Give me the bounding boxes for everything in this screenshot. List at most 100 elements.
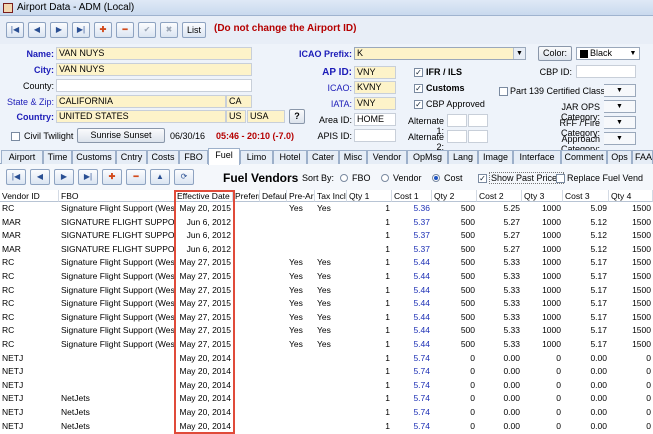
table-row[interactable]: RC Signature Flight Support (West) May 20,… bbox=[0, 203, 653, 214]
icao-field[interactable]: KVNY bbox=[354, 81, 396, 94]
table-row[interactable]: NETJ May 20, 2014 1 5.74 0 0.00 0 0.00 0 bbox=[0, 366, 653, 377]
alternate-2-field[interactable] bbox=[447, 130, 467, 143]
name-field[interactable]: VAN NUYS bbox=[56, 47, 252, 60]
cancel-record-button[interactable]: ✖ bbox=[160, 22, 178, 38]
show-past-prices-checkbox[interactable]: ✓ bbox=[478, 174, 487, 183]
alternate-1-field[interactable] bbox=[447, 114, 467, 127]
tab-fbo[interactable]: FBO bbox=[179, 150, 208, 164]
table-row[interactable]: RC Signature Flight Support (West) May 27,… bbox=[0, 339, 653, 350]
table-row[interactable]: NETJ NetJets May 20, 2014 1 5.74 0 0.00 0 0.00 0 bbox=[0, 393, 653, 404]
tab-misc[interactable]: Misc bbox=[339, 150, 367, 164]
jar-ops-dropdown[interactable]: ▼ bbox=[604, 100, 636, 113]
column-header-qty-3[interactable]: Qty 3 bbox=[522, 190, 563, 202]
column-header-cost-3[interactable]: Cost 3 bbox=[563, 190, 609, 202]
sort-fbo-radio[interactable] bbox=[340, 174, 348, 182]
column-header-tax-incl[interactable]: Tax Incl bbox=[315, 190, 347, 202]
fuel-first-button[interactable]: |◀ bbox=[6, 169, 26, 185]
icao-prefix-dropdown[interactable]: K ▼ bbox=[354, 47, 526, 60]
cbp-id-field[interactable] bbox=[576, 65, 636, 78]
column-header-vendor-id[interactable]: Vendor ID bbox=[0, 190, 59, 202]
state-field[interactable]: CALIFORNIA bbox=[56, 95, 226, 108]
country-field[interactable]: UNITED STATES bbox=[56, 110, 226, 123]
table-row[interactable]: MAR SIGNATURE FLIGHT SUPPORT Jun 6, 2012 1 5… bbox=[0, 217, 653, 228]
tab-costs[interactable]: Costs bbox=[147, 150, 179, 164]
replace-fuel-vend-checkbox[interactable] bbox=[556, 174, 565, 183]
tab-cntry[interactable]: Cntry bbox=[116, 150, 147, 164]
column-header-pre-arr[interactable]: Pre-Arr bbox=[287, 190, 315, 202]
sunrise-sunset-button[interactable]: Sunrise Sunset bbox=[77, 128, 165, 143]
city-field[interactable]: VAN NUYS bbox=[56, 63, 252, 76]
tab-image[interactable]: Image bbox=[478, 150, 513, 164]
alternate-2-extra-field[interactable] bbox=[468, 130, 488, 143]
tab-time[interactable]: Time bbox=[43, 150, 72, 164]
column-header-fbo[interactable]: FBO bbox=[59, 190, 175, 202]
ap-id-field[interactable]: VNY bbox=[354, 66, 396, 79]
refresh-icon[interactable]: ⟳ bbox=[174, 169, 194, 185]
color-button[interactable]: Color: bbox=[538, 46, 572, 61]
table-row[interactable]: RC Signature Flight Support (West) May 27,… bbox=[0, 271, 653, 282]
fuel-add-button[interactable]: ✚ bbox=[102, 169, 122, 185]
table-row[interactable]: RC Signature Flight Support (West) May 27,… bbox=[0, 312, 653, 323]
tab-comment[interactable]: Comment bbox=[561, 150, 607, 164]
save-record-button[interactable]: ✔ bbox=[138, 22, 156, 38]
tab-fuel[interactable]: Fuel bbox=[208, 148, 240, 165]
table-row[interactable]: RC Signature Flight Support (West) May 27,… bbox=[0, 257, 653, 268]
county-field[interactable] bbox=[56, 79, 252, 92]
iata-field[interactable]: VNY bbox=[354, 97, 396, 110]
fuel-delete-button[interactable]: ━ bbox=[126, 169, 146, 185]
tab-vendor[interactable]: Vendor bbox=[367, 150, 407, 164]
area-id-field[interactable]: HOME bbox=[354, 113, 396, 126]
tab-ops[interactable]: Ops bbox=[607, 150, 632, 164]
color-dropdown[interactable]: Black ▼ bbox=[576, 47, 640, 60]
table-row[interactable]: RC Signature Flight Support (West) May 27,… bbox=[0, 285, 653, 296]
last-record-button[interactable]: ▶| bbox=[72, 22, 90, 38]
column-header-cost-1[interactable]: Cost 1 bbox=[392, 190, 432, 202]
table-row[interactable]: NETJ May 20, 2014 1 5.74 0 0.00 0 0.00 0 bbox=[0, 380, 653, 391]
fuel-last-button[interactable]: ▶| bbox=[78, 169, 98, 185]
list-button[interactable]: List bbox=[182, 22, 206, 38]
fuel-next-button[interactable]: ▶ bbox=[54, 169, 74, 185]
alternate-1-extra-field[interactable] bbox=[468, 114, 488, 127]
first-record-button[interactable]: |◀ bbox=[6, 22, 24, 38]
prev-record-button[interactable]: ◀ bbox=[28, 22, 46, 38]
tab-lang[interactable]: Lang bbox=[448, 150, 478, 164]
sort-cost-radio[interactable] bbox=[432, 174, 440, 182]
table-row[interactable]: RC Signature Flight Support (West) May 27,… bbox=[0, 325, 653, 336]
state-code-field[interactable]: CA bbox=[226, 95, 252, 108]
table-row[interactable]: NETJ NetJets May 20, 2014 1 5.74 0 0.00 0 0.00 0 bbox=[0, 421, 653, 432]
tab-interface[interactable]: Interface bbox=[513, 150, 561, 164]
column-header-default[interactable]: Default bbox=[260, 190, 287, 202]
column-header-qty-2[interactable]: Qty 2 bbox=[432, 190, 477, 202]
table-row[interactable]: RC Signature Flight Support (West) May 27,… bbox=[0, 298, 653, 309]
country-code-field[interactable]: US bbox=[226, 110, 246, 123]
tab-limo[interactable]: Limo bbox=[240, 150, 273, 164]
column-header-cost-2[interactable]: Cost 2 bbox=[477, 190, 522, 202]
table-row[interactable]: NETJ May 20, 2014 1 5.74 0 0.00 0 0.00 0 bbox=[0, 353, 653, 364]
table-row[interactable]: MAR SIGNATURE FLIGHT SUPPORT Jun 6, 2012 1 5… bbox=[0, 244, 653, 255]
delete-record-button[interactable]: ━ bbox=[116, 22, 134, 38]
fuel-up-button[interactable]: ▲ bbox=[150, 169, 170, 185]
apis-id-field[interactable] bbox=[354, 129, 396, 142]
add-record-button[interactable]: ✚ bbox=[94, 22, 112, 38]
fuel-prev-button[interactable]: ◀ bbox=[30, 169, 50, 185]
civil-twilight-checkbox[interactable] bbox=[11, 132, 20, 141]
tab-customs[interactable]: Customs bbox=[72, 150, 116, 164]
tab-cater[interactable]: Cater bbox=[307, 150, 339, 164]
ifr-ils-checkbox[interactable]: ✓ bbox=[414, 68, 423, 77]
next-record-button[interactable]: ▶ bbox=[50, 22, 68, 38]
customs-checkbox[interactable]: ✓ bbox=[414, 84, 423, 93]
table-row[interactable]: NETJ NetJets May 20, 2014 1 5.74 0 0.00 0 0.00 0 bbox=[0, 407, 653, 418]
tab-opmsg[interactable]: OpMsg bbox=[407, 150, 448, 164]
column-header-effective-date[interactable]: Effective Date bbox=[175, 190, 233, 202]
country-name-field[interactable]: USA bbox=[247, 110, 285, 123]
cbp-approved-checkbox[interactable]: ✓ bbox=[414, 100, 423, 109]
tab-faa-wx[interactable]: FAA Wx bbox=[632, 150, 653, 164]
tab-hotel[interactable]: Hotel bbox=[273, 150, 307, 164]
sort-vendor-radio[interactable] bbox=[381, 174, 389, 182]
tab-airport[interactable]: Airport bbox=[1, 150, 43, 164]
rff-fire-dropdown[interactable]: ▼ bbox=[604, 116, 636, 129]
column-header-qty-1[interactable]: Qty 1 bbox=[347, 190, 392, 202]
part139-checkbox[interactable] bbox=[499, 87, 508, 96]
table-row[interactable]: MAR SIGNATURE FLIGHT SUPPORT Jun 6, 2012 1 5… bbox=[0, 230, 653, 241]
column-header-preferred[interactable]: Preferred bbox=[233, 190, 260, 202]
